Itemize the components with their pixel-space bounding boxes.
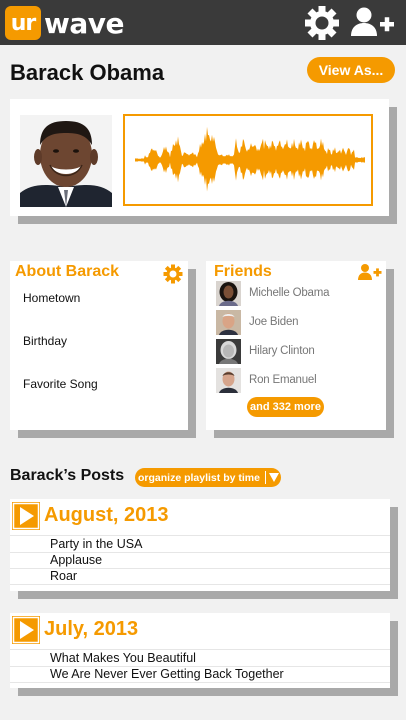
about-field-birthday: Birthday xyxy=(23,334,68,348)
song-item[interactable]: Party in the USA xyxy=(50,537,142,551)
top-bar: ur wave xyxy=(0,0,406,45)
about-field-favorite-song: Favorite Song xyxy=(23,377,98,391)
about-card: About Barack Hometown Birthday Favorite … xyxy=(10,261,188,430)
about-field-hometown: Hometown xyxy=(23,291,81,305)
audio-waveform[interactable] xyxy=(123,114,373,206)
gear-icon[interactable] xyxy=(303,5,341,46)
friend-name: Hilary Clinton xyxy=(249,345,315,357)
divider xyxy=(10,682,390,683)
dropdown-caret-icon xyxy=(269,473,279,485)
logo-prefix: ur xyxy=(5,6,41,40)
month-group-august: August, 2013 Party in the USA Applause R… xyxy=(10,499,390,591)
add-user-icon[interactable] xyxy=(349,5,397,46)
friend-avatar xyxy=(216,367,241,393)
friend-avatar xyxy=(216,280,241,306)
friend-item[interactable]: Hilary Clinton xyxy=(216,338,315,364)
organize-playlist-dropdown[interactable]: organize playlist by time xyxy=(135,468,281,487)
month-group-july: July, 2013 What Makes You Beautiful We A… xyxy=(10,613,390,688)
friend-name: Joe Biden xyxy=(249,316,299,328)
divider xyxy=(10,584,390,585)
friends-title: Friends xyxy=(214,263,272,280)
friend-avatar xyxy=(216,309,241,335)
song-item[interactable]: Roar xyxy=(50,569,77,583)
friend-item[interactable]: Ron Emanuel xyxy=(216,367,317,393)
friend-name: Ron Emanuel xyxy=(249,374,317,386)
month-title: July, 2013 xyxy=(44,618,139,640)
play-month-button[interactable] xyxy=(12,502,40,530)
organize-label: organize playlist by time xyxy=(138,471,260,484)
friend-item[interactable]: Joe Biden xyxy=(216,309,299,335)
about-title: About Barack xyxy=(15,263,120,280)
friend-name: Michelle Obama xyxy=(249,287,330,299)
friends-card: Friends Michelle Obama Joe Biden Hilary … xyxy=(206,261,386,430)
song-item[interactable]: What Makes You Beautiful xyxy=(50,651,196,665)
view-as-button[interactable]: View As... xyxy=(307,57,395,83)
dropdown-divider xyxy=(265,471,266,484)
friend-avatar xyxy=(216,338,241,364)
divider xyxy=(10,649,390,650)
add-friend-icon[interactable] xyxy=(357,263,383,286)
app-logo[interactable]: ur wave xyxy=(5,6,125,40)
friend-item[interactable]: Michelle Obama xyxy=(216,280,329,306)
about-settings-icon[interactable] xyxy=(163,264,183,289)
divider xyxy=(10,535,390,536)
logo-word: wave xyxy=(44,6,125,40)
more-friends-button[interactable]: and 332 more xyxy=(247,397,324,417)
month-title: August, 2013 xyxy=(44,504,169,526)
profile-name: Barack Obama xyxy=(10,60,165,85)
posts-title: Barack’s Posts xyxy=(10,467,125,484)
song-item[interactable]: We Are Never Ever Getting Back Together xyxy=(50,667,284,681)
profile-photo xyxy=(20,115,112,207)
song-item[interactable]: Applause xyxy=(50,553,102,567)
play-month-button[interactable] xyxy=(12,616,40,644)
profile-card xyxy=(10,99,389,216)
waveform-shape xyxy=(135,126,365,192)
